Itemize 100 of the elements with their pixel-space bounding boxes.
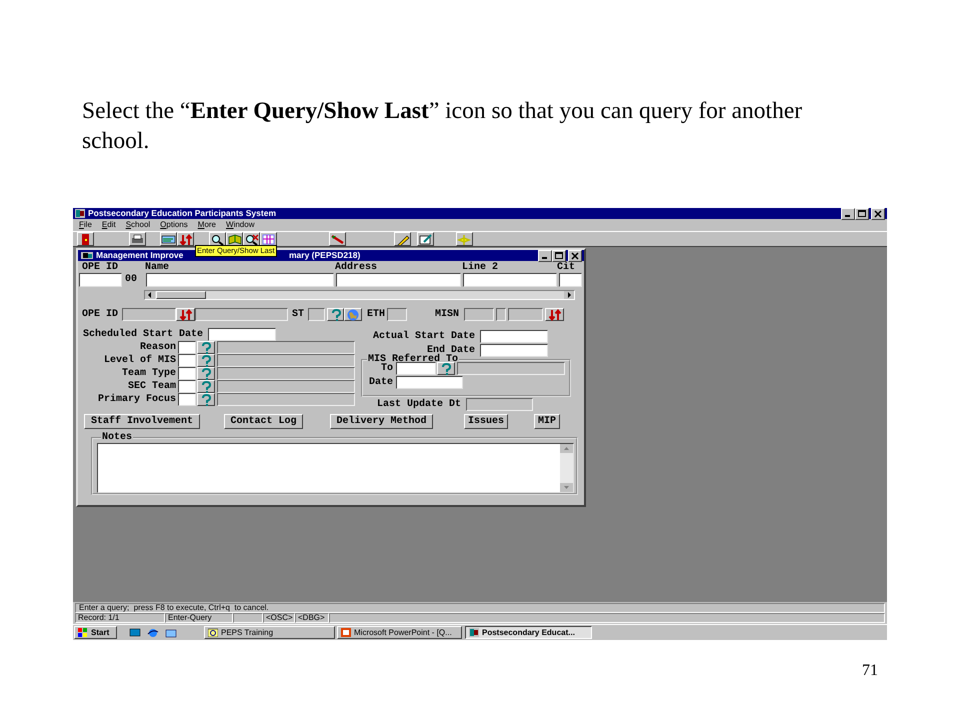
toolbar-button[interactable] (260, 232, 277, 246)
input-field[interactable] (480, 344, 548, 357)
input-field[interactable] (463, 273, 557, 287)
field-label: Last Update Dt (376, 400, 461, 410)
close-button[interactable] (871, 208, 885, 220)
grid-icon (261, 233, 276, 245)
toolbar-button[interactable] (329, 232, 346, 246)
input-field[interactable] (178, 341, 196, 354)
readonly-field (308, 308, 325, 321)
field-label: Reason (138, 342, 176, 352)
swap-icon (178, 233, 193, 245)
instruction-text: Select the “Enter Query/Show Last” icon so that you can query for another school. (82, 97, 804, 156)
field-label: OPE ID (82, 263, 120, 273)
input-field[interactable] (559, 273, 582, 287)
readonly-field (122, 308, 176, 321)
notes-field[interactable] (97, 443, 574, 493)
help-button[interactable] (327, 308, 344, 321)
status-cell: Record: 1/1 (75, 613, 165, 623)
readonly-field (387, 308, 407, 321)
field-label: End Date (426, 346, 475, 356)
input-field[interactable] (178, 380, 196, 393)
mail-icon (165, 626, 177, 638)
swap-button[interactable] (176, 308, 195, 321)
input-field[interactable] (178, 367, 196, 380)
menu-item[interactable]: School (126, 221, 150, 229)
minimize-button[interactable] (538, 250, 552, 262)
horizontal-scrollbar[interactable] (144, 290, 575, 300)
form-button[interactable]: MIP (534, 414, 560, 429)
form-button[interactable]: Contact Log (224, 414, 303, 429)
menu-item[interactable]: Edit (102, 221, 116, 229)
page-number: 71 (862, 662, 878, 680)
menu-item[interactable]: Window (226, 221, 254, 229)
input-field[interactable] (396, 376, 463, 389)
status-cell (233, 613, 263, 623)
menu-item[interactable]: File (79, 221, 92, 229)
form-button[interactable]: Delivery Method (330, 414, 433, 429)
group-title: Notes (101, 433, 134, 443)
note-edit-icon (418, 233, 433, 245)
help-button[interactable] (197, 380, 215, 393)
field-label: 00 (125, 275, 138, 285)
field-label: Team Type (120, 368, 176, 378)
help-button[interactable] (437, 362, 455, 375)
group-title: MIS Referred To (367, 355, 460, 365)
field-label: Primary Focus (96, 394, 176, 404)
field-label: Name (145, 263, 170, 273)
window-icon (80, 251, 94, 260)
status-message: Enter a query; press F8 to execute, Ctrl+q to cancel. (75, 603, 885, 613)
toolbar-button[interactable] (394, 232, 411, 246)
scrollbar-thumb[interactable] (156, 291, 206, 299)
scroll-icon (161, 233, 176, 245)
field-label: ETH (367, 310, 385, 320)
help-button[interactable] (197, 393, 215, 406)
toolbar-button[interactable] (417, 232, 434, 246)
book-icon (227, 233, 242, 245)
start-button[interactable]: Start (74, 626, 117, 639)
field-label: Date (368, 378, 393, 388)
toolbar-button[interactable] (129, 232, 146, 246)
field-label: Actual Start Date (372, 332, 475, 342)
browser-icon (147, 626, 159, 638)
globe-icon (345, 308, 361, 321)
field-label: To (380, 364, 393, 374)
app-icon (469, 628, 479, 637)
readonly-field (508, 308, 543, 321)
toolbar-button[interactable] (160, 232, 177, 246)
status-cell: Enter-Query (165, 613, 233, 623)
input-field[interactable] (480, 330, 548, 343)
menu-item[interactable]: Options (160, 221, 188, 229)
printer-icon (130, 233, 145, 245)
input-field[interactable] (208, 328, 276, 341)
input-field[interactable] (79, 273, 122, 287)
toolbar-button[interactable] (177, 232, 194, 246)
help-button[interactable] (197, 367, 215, 380)
help-button[interactable] (197, 354, 215, 367)
help-button[interactable] (197, 341, 215, 354)
input-field[interactable] (336, 273, 461, 287)
input-field[interactable] (178, 393, 196, 406)
taskbar-button[interactable]: Microsoft PowerPoint - [Q... (337, 626, 462, 639)
swap-button[interactable] (545, 308, 564, 321)
minimize-button[interactable] (841, 208, 855, 220)
pencil-arrow-icon (330, 233, 345, 245)
toolbar-button[interactable] (456, 232, 473, 246)
form-button[interactable]: Staff Involvement (84, 414, 200, 429)
toolbar-button[interactable] (226, 232, 243, 246)
maximize-button[interactable] (855, 208, 869, 220)
slides-icon (341, 628, 351, 637)
input-field[interactable] (178, 354, 196, 367)
form-button[interactable]: Issues (464, 414, 508, 429)
menu-item[interactable]: More (198, 221, 216, 229)
globe-button[interactable] (344, 308, 362, 321)
taskbar-button[interactable]: Postsecondary Educat... (465, 626, 592, 639)
window-title: Postsecondary Education Participants System (88, 209, 278, 218)
input-field[interactable] (396, 362, 436, 375)
taskbar-button[interactable]: PEPS Training (204, 626, 335, 639)
toolbar-button[interactable] (77, 232, 94, 246)
field-label: ST (292, 310, 306, 320)
form-title: mary (PEPSD218) (289, 251, 360, 260)
close-button[interactable] (568, 250, 582, 262)
sparkle-icon (457, 233, 472, 245)
input-field[interactable] (146, 273, 334, 287)
maximize-button[interactable] (552, 250, 566, 262)
